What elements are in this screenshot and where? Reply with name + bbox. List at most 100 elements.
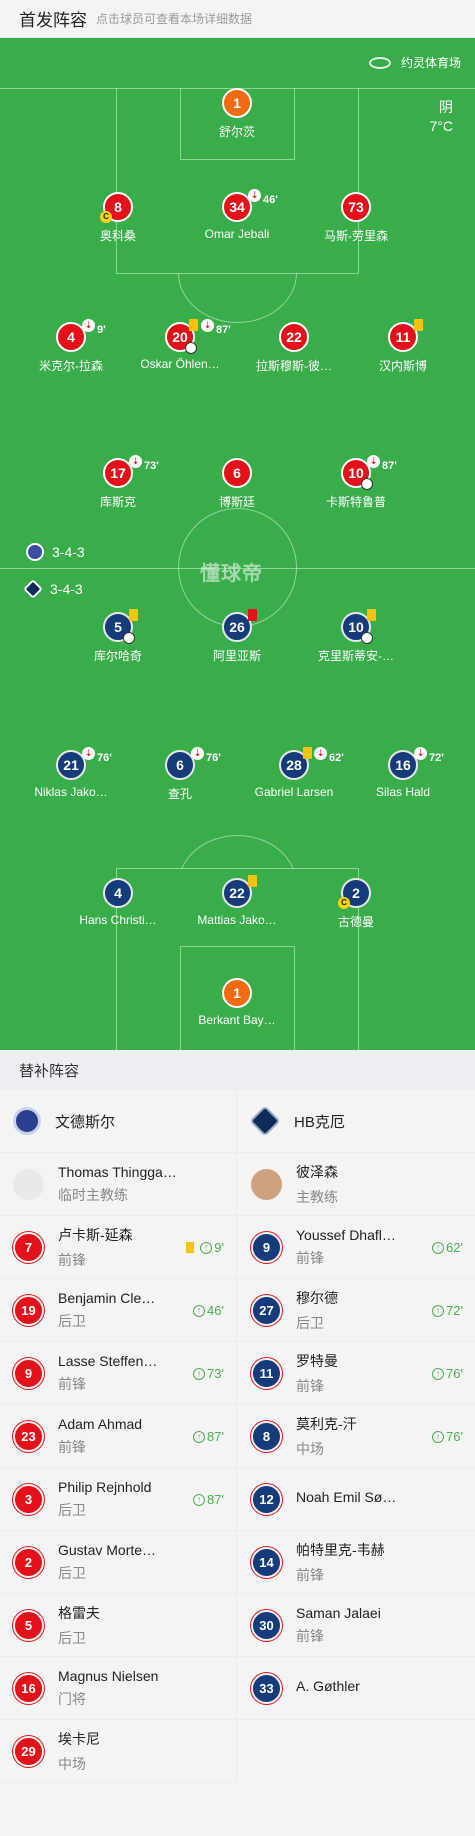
home-bench-team[interactable]: 文德斯尔 [0, 1090, 236, 1153]
yellow-card-icon [367, 609, 376, 621]
coach-role: 临时主教练 [58, 1186, 128, 1203]
bench-player-row[interactable]: 27 穆尔德 后卫 ↑ 72' [238, 1279, 475, 1342]
sub-off-icon: ⇣ [82, 319, 95, 332]
bench-player-row[interactable]: 23 Adam Ahmad 前锋 ↑ 87' [0, 1405, 236, 1468]
player-number: 10 [348, 619, 364, 635]
player-number: 22 [229, 885, 245, 901]
sub-time: 46' [263, 194, 278, 206]
yellow-card-icon [414, 319, 423, 331]
bench-player-row[interactable]: 12 Noah Emil Sø… [238, 1468, 475, 1531]
goal-icon [361, 478, 373, 490]
player-home-gk[interactable]: 1 舒尔茨 [182, 88, 292, 140]
home-formation-text: 3-4-3 [52, 544, 85, 560]
away-formation-text: 3-4-3 [50, 581, 83, 597]
player-number: 27 [251, 1294, 282, 1326]
player-name: 罗特曼 [296, 1352, 338, 1369]
player-home-def-2[interactable]: 34 ⇣ 46' Omar Jebali [182, 189, 292, 241]
player-home-mid-2[interactable]: 20 ⇣ 87' Oskar Öhlen… [125, 319, 235, 371]
away-coach-row[interactable]: 彼泽森 主教练 [238, 1153, 475, 1216]
player-name: Mattias Jako… [197, 913, 277, 927]
bench-player-row[interactable]: 9 Youssef Dhafl… 前锋 ↑ 62' [238, 1216, 475, 1279]
bench-player-row[interactable]: 33 A. Gøthler [238, 1657, 475, 1720]
player-number: 7 [13, 1231, 44, 1263]
player-away-gk[interactable]: 1 Berkant Bay… [182, 978, 292, 1027]
player-home-mid-3[interactable]: 22 拉斯穆斯-彼… [239, 322, 349, 374]
bench-player-row[interactable]: 7 卢卡斯-延森 前锋 ↑ 9' [0, 1216, 236, 1279]
player-number: 34 [229, 199, 245, 215]
player-number: 17 [110, 465, 126, 481]
player-name: 莫利克-汗 [296, 1415, 357, 1432]
away-bench-team[interactable]: HB克厄 [238, 1090, 475, 1153]
assist-icon [185, 342, 197, 354]
home-team-name: 文德斯尔 [55, 1113, 116, 1131]
sub-off-icon: ⇣ [248, 189, 261, 202]
player-away-def-2[interactable]: 22 Mattias Jako… [182, 875, 292, 927]
player-away-def-1[interactable]: 4 Hans Christi… [63, 878, 173, 927]
sub-time: 87' [216, 324, 231, 336]
player-home-def-3[interactable]: 73 马斯-劳里森 [301, 192, 411, 244]
player-number: 22 [279, 322, 309, 352]
player-number: 8 [251, 1420, 282, 1452]
sub-time: 87' [207, 1492, 224, 1507]
player-number: 2 [13, 1546, 44, 1578]
sub-time: 73' [207, 1366, 224, 1381]
sub-time: 87' [207, 1429, 224, 1444]
player-number: 28 [286, 757, 302, 773]
player-away-def-3[interactable]: 2C 古德曼 [301, 878, 411, 930]
player-number: 6 [176, 757, 184, 773]
player-home-fwd-1[interactable]: 17 ⇣ 73' 库斯克 [63, 455, 173, 510]
player-name: 埃卡尼 [58, 1730, 100, 1747]
player-home-fwd-2[interactable]: 6 博斯廷 [182, 458, 292, 510]
player-position: 前锋 [296, 1566, 324, 1583]
lineup-header: 首发阵容 点击球员可查看本场详细数据 [0, 0, 475, 38]
player-home-def-1[interactable]: 8C 奥科桑 [63, 192, 173, 244]
player-number: 33 [251, 1672, 282, 1704]
player-name: Gabriel Larsen [254, 785, 334, 799]
player-name: 奥科桑 [99, 229, 136, 243]
bench-player-row[interactable]: 11 罗特曼 前锋 ↑ 76' [238, 1342, 475, 1405]
sub-time: 73' [144, 460, 159, 472]
player-name: 舒尔茨 [218, 125, 255, 139]
player-number: 8 [114, 199, 122, 215]
bench-player-row[interactable]: 19 Benjamin Cle… 后卫 ↑ 46' [0, 1279, 236, 1342]
player-name: 库尔哈奇 [93, 649, 142, 663]
player-name: Saman Jalaei [296, 1604, 381, 1621]
player-name: Lasse Steffen… [58, 1352, 158, 1369]
player-away-mid-3[interactable]: 28 ⇣ 62' Gabriel Larsen [239, 747, 349, 799]
player-number: 19 [13, 1294, 44, 1326]
home-team-logo-icon [13, 1107, 41, 1135]
player-away-mid-1[interactable]: 21 ⇣ 76' Niklas Jako… [16, 747, 126, 799]
away-team-logo-icon [249, 1105, 281, 1137]
player-name: Philip Rejnhold [58, 1478, 152, 1495]
player-number: 26 [229, 619, 245, 635]
sub-time: 9' [214, 1240, 224, 1255]
player-number: 5 [13, 1609, 44, 1641]
player-name: 库斯克 [99, 495, 136, 509]
captain-icon: C [100, 211, 112, 223]
player-position: 中场 [58, 1755, 86, 1772]
bench-player-row[interactable]: 9 Lasse Steffen… 前锋 ↑ 73' [0, 1342, 236, 1405]
player-name: Hans Christi… [79, 913, 157, 927]
player-name: Oskar Öhlen… [140, 357, 220, 371]
bench-player-row[interactable]: 3 Philip Rejnhold 后卫 ↑ 87' [0, 1468, 236, 1531]
player-away-fwd-3[interactable]: 10 克里斯蒂安-… [301, 609, 411, 664]
player-name: 拉斯穆斯-彼… [256, 359, 332, 373]
bench-player-row[interactable]: 8 莫利克-汗 中场 ↑ 76' [238, 1405, 475, 1468]
bench-player-row[interactable]: 2 Gustav Morte… 后卫 [0, 1531, 236, 1594]
player-away-mid-4[interactable]: 16 ⇣ 72' Silas Hald [348, 747, 458, 799]
player-home-fwd-3[interactable]: 10 ⇣ 87' 卡斯特鲁普 [301, 455, 411, 510]
player-home-mid-1[interactable]: 4 ⇣ 9' 米克尔-拉森 [16, 319, 126, 374]
bench-player-row[interactable]: 14 帕特里克-韦赫 前锋 [238, 1531, 475, 1594]
away-formation: 3-4-3 [23, 579, 83, 599]
player-away-fwd-1[interactable]: 5 库尔哈奇 [63, 609, 173, 664]
player-home-mid-4[interactable]: 11 汉内斯博 [348, 319, 458, 374]
bench-player-row[interactable]: 29 埃卡尼 中场 [0, 1720, 236, 1783]
bench-player-row[interactable]: 5 格雷夫 后卫 [0, 1594, 236, 1657]
stadium-name: 约灵体育场 [400, 56, 461, 70]
player-away-fwd-2[interactable]: 26 阿里亚斯 [182, 609, 292, 664]
player-name: 穆尔德 [296, 1289, 338, 1306]
bench-player-row[interactable]: 30 Saman Jalaei 前锋 [238, 1594, 475, 1657]
bench-player-row[interactable]: 16 Magnus Nielsen 门将 [0, 1657, 236, 1720]
home-coach-row[interactable]: Thomas Thinggaard 临时主教练 [0, 1153, 236, 1216]
player-away-mid-2[interactable]: 6 ⇣ 76' 查孔 [125, 747, 235, 802]
